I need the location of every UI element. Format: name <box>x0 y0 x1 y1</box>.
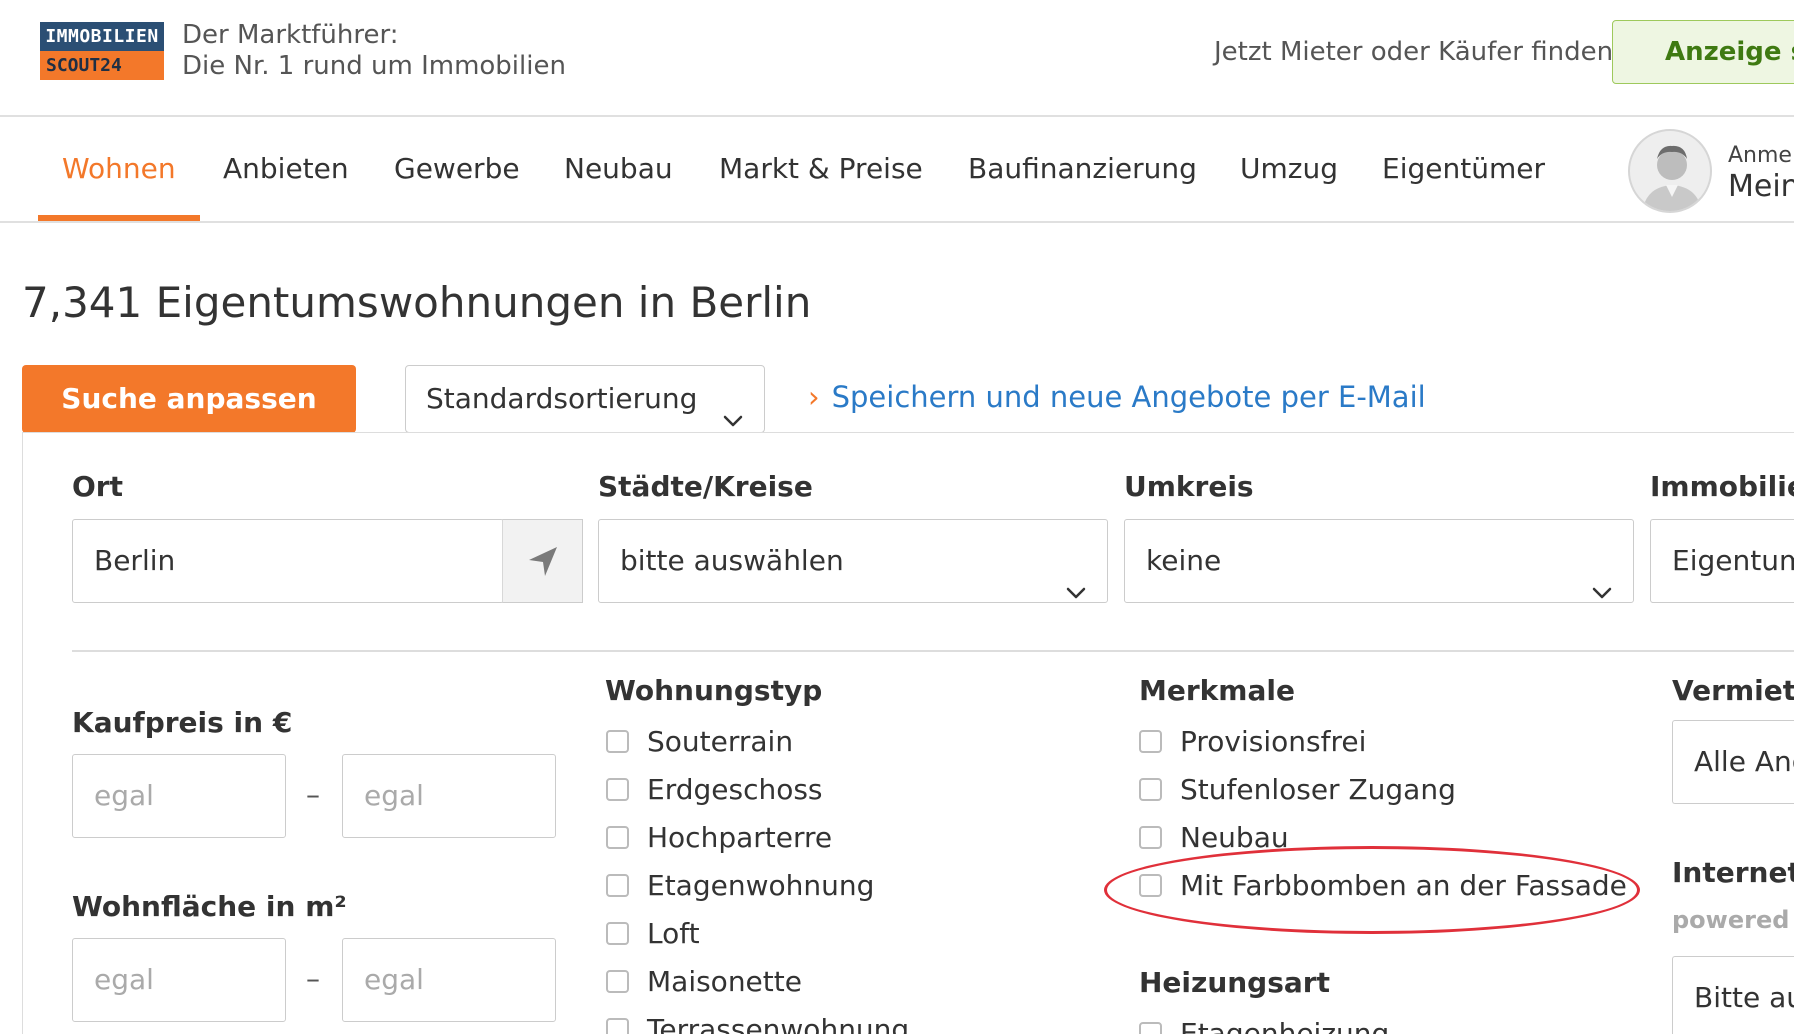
wohnflaeche-label: Wohnfläche in m² <box>72 890 347 923</box>
checkbox-label: Loft <box>647 917 700 950</box>
result-count: 7,341 <box>22 278 143 327</box>
vermietung-label: Vermietu <box>1672 674 1794 707</box>
checkbox-label: Provisionsfrei <box>1180 725 1367 758</box>
checkbox-label: Souterrain <box>647 725 794 758</box>
ort-label: Ort <box>72 470 123 503</box>
nav-item-wohnen[interactable]: Wohnen <box>62 117 176 221</box>
immobilienscout24-logo[interactable]: IMMOBILIEN SCOUT24 <box>40 22 164 80</box>
result-label: Eigentumswohnungen in Berlin <box>155 278 812 327</box>
internet-label: Internet-V <box>1672 856 1794 889</box>
checkbox-label: Maisonette <box>647 965 802 998</box>
range-dash: – <box>306 962 320 995</box>
wohnflaeche-to-input[interactable]: egal <box>342 938 556 1022</box>
checkbox-label: Etagenwohnung <box>647 869 875 902</box>
staedte-label: Städte/Kreise <box>598 470 813 503</box>
range-dash: – <box>306 778 320 811</box>
tagline-line2: Die Nr. 1 rund um Immobilien <box>182 51 566 81</box>
locate-button[interactable] <box>502 519 583 603</box>
wohnungstyp-label: Wohnungstyp <box>605 674 823 707</box>
active-tab-indicator <box>38 215 200 221</box>
red-ellipse-annotation <box>1104 846 1640 934</box>
heizungsart-label: Heizungsart <box>1139 966 1330 999</box>
immobilientyp-select[interactable]: Eigentum <box>1650 519 1794 603</box>
sort-select[interactable]: Standardsortierung <box>405 365 765 433</box>
kaufpreis-from-input[interactable]: egal <box>72 754 286 838</box>
checkbox[interactable] <box>606 970 629 993</box>
checkbox-label: Erdgeschoss <box>647 773 823 806</box>
find-tenant-link[interactable]: Jetzt Mieter oder Käufer finden <box>1214 37 1613 67</box>
checkbox[interactable] <box>606 826 629 849</box>
main-nav: Wohnen Anbieten Gewerbe Neubau Markt & P… <box>0 117 1794 223</box>
sort-value: Standardsortierung <box>426 382 698 415</box>
checkbox-label: Etagenheizung <box>1180 1017 1390 1034</box>
location-arrow-icon <box>529 547 557 576</box>
checkbox[interactable] <box>1139 778 1162 801</box>
kaufpreis-label: Kaufpreis in € <box>72 706 293 739</box>
checkbox-label: Terrassenwohnung <box>647 1013 910 1034</box>
nav-item-eigentuemer[interactable]: Eigentümer <box>1382 117 1545 221</box>
login-label[interactable]: Anmeld <box>1728 143 1794 168</box>
user-avatar-icon[interactable] <box>1628 129 1712 213</box>
place-ad-button[interactable]: Anzeige sc <box>1612 20 1794 84</box>
checkbox[interactable] <box>606 922 629 945</box>
umkreis-label: Umkreis <box>1124 470 1254 503</box>
checkbox[interactable] <box>606 1018 629 1034</box>
kaufpreis-to-input[interactable]: egal <box>342 754 556 838</box>
checkbox[interactable] <box>1139 826 1162 849</box>
my-account-label[interactable]: Mein <box>1728 169 1794 204</box>
internet-select[interactable]: Bitte au <box>1672 956 1794 1034</box>
checkbox[interactable] <box>1139 730 1162 753</box>
adjust-search-button[interactable]: Suche anpassen <box>22 365 356 433</box>
merkmale-label: Merkmale <box>1139 674 1295 707</box>
logo-top-text: IMMOBILIEN <box>40 22 164 51</box>
wohnflaeche-from-input[interactable]: egal <box>72 938 286 1022</box>
tagline-line1: Der Marktführer: <box>182 20 399 50</box>
filter-divider <box>72 650 1794 652</box>
powered-by-text: powered b <box>1672 906 1794 934</box>
checkbox[interactable] <box>606 730 629 753</box>
nav-item-gewerbe[interactable]: Gewerbe <box>394 117 520 221</box>
tagline: Der Marktführer: Die Nr. 1 rund um Immob… <box>182 20 566 82</box>
umkreis-select[interactable]: keine <box>1124 519 1634 603</box>
checkbox-label: Hochparterre <box>647 821 833 854</box>
ort-input[interactable]: Berlin <box>72 519 504 603</box>
checkbox[interactable] <box>606 778 629 801</box>
staedte-select[interactable]: bitte auswählen <box>598 519 1108 603</box>
checkbox[interactable] <box>606 874 629 897</box>
checkbox-label: Stufenloser Zugang <box>1180 773 1456 806</box>
page-title: 7,341 Eigentumswohnungen in Berlin <box>22 278 811 327</box>
top-header: IMMOBILIEN SCOUT24 Der Marktführer: Die … <box>0 0 1794 117</box>
checkbox[interactable] <box>1139 1022 1162 1034</box>
nav-item-umzug[interactable]: Umzug <box>1240 117 1338 221</box>
vermietung-select[interactable]: Alle Ang <box>1672 720 1794 804</box>
chevron-down-icon <box>1065 550 1087 602</box>
nav-item-neubau[interactable]: Neubau <box>564 117 673 221</box>
nav-item-markt-preise[interactable]: Markt & Preise <box>719 117 923 221</box>
save-search-link[interactable]: › Speichern und neue Angebote per E-Mail <box>808 380 1426 414</box>
staedte-value: bitte auswählen <box>620 544 844 577</box>
save-search-label: Speichern und neue Angebote per E-Mail <box>831 380 1426 414</box>
nav-item-anbieten[interactable]: Anbieten <box>223 117 349 221</box>
chevron-right-icon: › <box>808 380 820 414</box>
immobilientyp-label: Immobilien <box>1650 470 1794 503</box>
chevron-down-icon <box>1591 550 1613 602</box>
umkreis-value: keine <box>1146 544 1222 577</box>
logo-bottom-text: SCOUT24 <box>40 51 164 80</box>
nav-item-baufinanzierung[interactable]: Baufinanzierung <box>968 117 1197 221</box>
